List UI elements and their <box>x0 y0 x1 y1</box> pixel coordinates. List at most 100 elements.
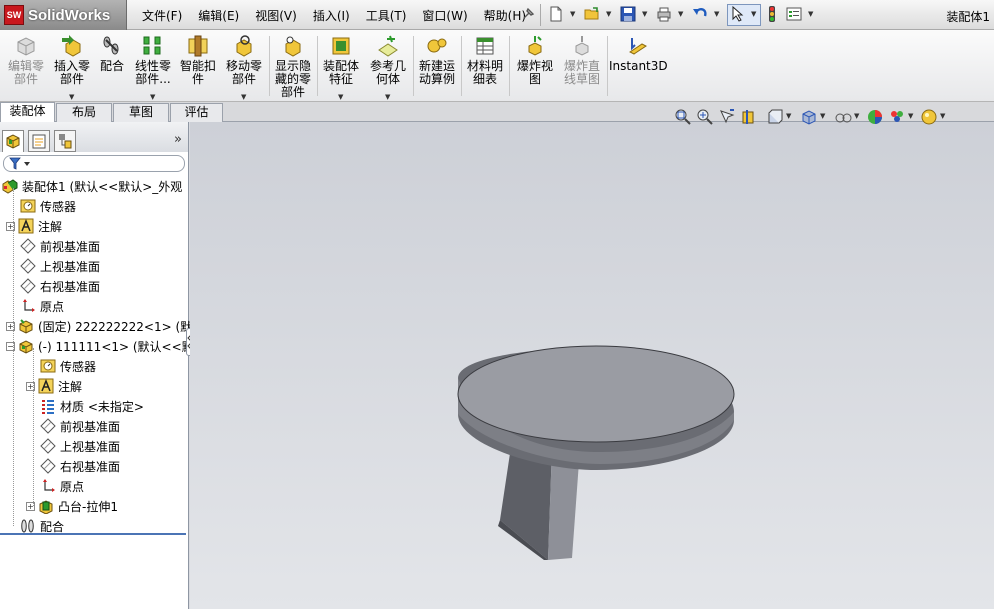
panel-splitter[interactable] <box>0 533 186 535</box>
zoom-to-fit-icon[interactable] <box>674 108 692 126</box>
new-motion-study-button[interactable]: 新建运 动算例 <box>415 34 459 86</box>
zoom-to-area-icon[interactable] <box>696 108 714 126</box>
tree-item-fixed-part[interactable]: + (固定) 222222222<1> (默 <box>6 316 192 336</box>
mate-label: 配合 <box>99 59 124 73</box>
tree-item-part-front-plane[interactable]: 前视基准面 <box>40 416 120 436</box>
display-style-dropdown-icon[interactable]: ▼ <box>820 112 825 120</box>
open-folder-icon[interactable] <box>584 6 600 22</box>
pin-icon[interactable] <box>520 6 536 22</box>
tree-item-part-annotations[interactable]: + 注解 <box>26 376 82 396</box>
linear-pattern-button[interactable]: 线性零 部件... ▼ <box>130 34 176 101</box>
insert-component-button[interactable]: 插入零 部件 ▼ <box>50 34 94 101</box>
tab-evaluate[interactable]: 评估 <box>170 103 223 122</box>
rebuild-traffic-light-icon[interactable] <box>764 6 780 22</box>
undo-dropdown-icon[interactable]: ▼ <box>714 10 719 18</box>
tree-connector-line <box>33 348 34 506</box>
move-component-icon <box>236 35 252 57</box>
tab-sketch[interactable]: 草图 <box>113 103 169 122</box>
tree-item-boss-extrude[interactable]: + 凸台-拉伸1 <box>26 496 118 516</box>
feature-manager-panel: » 装配体1 (默认<<默认>_外观 传感器 + 注解 前视基准面 上视基准面 <box>0 122 194 609</box>
instant3d-icon <box>629 38 647 55</box>
reference-geometry-button[interactable]: 参考几 何体 ▼ <box>366 34 410 101</box>
edit-appearance-icon[interactable] <box>866 108 884 126</box>
tree-item-label: 前视基准面 <box>40 239 101 254</box>
undo-icon[interactable] <box>692 6 708 22</box>
extrude-icon <box>39 500 53 514</box>
save-dropdown-icon[interactable]: ▼ <box>642 10 647 18</box>
instant3d-button[interactable]: Instant3D <box>609 34 668 73</box>
solidworks-logo[interactable]: SW SolidWorks <box>0 0 127 30</box>
show-hidden-components-button[interactable]: 显示隐 藏的零 部件 <box>271 34 315 99</box>
property-manager-tab[interactable] <box>28 130 50 152</box>
view-settings-dropdown-icon[interactable]: ▼ <box>940 112 945 120</box>
previous-view-icon[interactable] <box>718 108 736 126</box>
document-title: 装配体1 <box>946 10 990 24</box>
section-view-icon[interactable] <box>740 108 758 126</box>
options-icon[interactable] <box>786 6 802 22</box>
hide-show-items-icon[interactable] <box>834 108 852 126</box>
title-bar: SW SolidWorks 文件(F) 编辑(E) 视图(V) 插入(I) 工具… <box>0 0 994 30</box>
material-icon <box>42 400 54 414</box>
move-component-button[interactable]: 移动零 部件 ▼ <box>222 34 266 101</box>
more-tabs-chevron-icon[interactable]: » <box>174 132 182 147</box>
tree-filter[interactable] <box>3 155 185 172</box>
print-dropdown-icon[interactable]: ▼ <box>678 10 683 18</box>
menu-edit[interactable]: 编辑(E) <box>198 7 239 24</box>
new-dropdown-icon[interactable]: ▼ <box>570 10 575 18</box>
menu-insert[interactable]: 插入(I) <box>313 7 350 24</box>
edit-component-button[interactable]: 编辑零 部件 <box>4 34 48 86</box>
options-dropdown-icon[interactable]: ▼ <box>808 10 813 18</box>
mate-button[interactable]: 配合 <box>96 34 128 73</box>
tree-item-front-plane[interactable]: 前视基准面 <box>20 236 100 256</box>
tree-item-part-top-plane[interactable]: 上视基准面 <box>40 436 120 456</box>
plane-icon <box>40 458 56 474</box>
show-hidden-icon <box>285 36 301 57</box>
menu-tools[interactable]: 工具(T) <box>366 7 407 24</box>
tab-assembly[interactable]: 装配体 <box>0 102 55 123</box>
move-component-label: 移动零 部件 <box>225 59 262 86</box>
view-orientation-dropdown-icon[interactable]: ▼ <box>786 112 791 120</box>
tree-item-origin[interactable]: 原点 <box>20 296 64 316</box>
tree-item-part-right-plane[interactable]: 右视基准面 <box>40 456 120 476</box>
hide-show-dropdown-icon[interactable]: ▼ <box>854 112 859 120</box>
feature-manager-tab[interactable] <box>2 130 24 152</box>
configuration-manager-tab[interactable] <box>54 130 76 152</box>
view-orientation-icon[interactable] <box>766 108 784 126</box>
tree-item-label: (固定) 222222222<1> (默 <box>38 319 193 334</box>
view-settings-icon[interactable] <box>920 108 938 126</box>
apply-scene-icon[interactable] <box>888 108 906 126</box>
explode-view-button[interactable]: 爆炸视 图 <box>511 34 559 86</box>
explode-line-sketch-button[interactable]: 爆炸直 线草图 <box>559 34 605 86</box>
tree-item-assembly-root[interactable]: 装配体1 (默认<<默认>_外观 <box>2 176 182 196</box>
bill-of-materials-button[interactable]: 材料明 细表 <box>463 34 507 86</box>
menu-view[interactable]: 视图(V) <box>255 7 297 24</box>
tree-item-right-plane[interactable]: 右视基准面 <box>20 276 100 296</box>
tree-item-part-origin[interactable]: 原点 <box>40 476 84 496</box>
reference-geometry-label: 参考几 何体 <box>369 59 406 86</box>
plane-icon <box>40 438 56 454</box>
select-dropdown-icon[interactable]: ▼ <box>751 10 756 18</box>
tree-item-top-plane[interactable]: 上视基准面 <box>20 256 100 276</box>
display-style-icon[interactable] <box>800 108 818 126</box>
save-icon[interactable] <box>620 6 636 22</box>
assembly-feature-button[interactable]: 装配体 特征 ▼ <box>319 34 363 101</box>
solidworks-logo-text: SolidWorks <box>28 6 111 24</box>
menu-file[interactable]: 文件(F) <box>142 7 182 24</box>
tree-item-annotations[interactable]: + 注解 <box>6 216 62 236</box>
open-dropdown-icon[interactable]: ▼ <box>606 10 611 18</box>
apply-scene-dropdown-icon[interactable]: ▼ <box>908 112 913 120</box>
smart-fastener-icon <box>188 35 208 57</box>
tree-item-floating-part[interactable]: − (-) 111111<1> (默认<<默 <box>6 336 194 356</box>
tree-item-label: 注解 <box>58 379 83 394</box>
tree-item-part-sensors[interactable]: 传感器 <box>40 356 96 376</box>
new-document-icon[interactable] <box>548 6 564 22</box>
tab-layout[interactable]: 布局 <box>56 103 112 122</box>
print-icon[interactable] <box>656 6 672 22</box>
tree-item-sensors[interactable]: 传感器 <box>20 196 76 216</box>
menu-bar: 文件(F) 编辑(E) 视图(V) 插入(I) 工具(T) 窗口(W) 帮助(H… <box>142 0 542 30</box>
smart-fastener-button[interactable]: 智能扣 件 <box>178 34 218 86</box>
menu-window[interactable]: 窗口(W) <box>422 7 467 24</box>
select-arrow-icon[interactable] <box>730 6 746 22</box>
tree-item-material[interactable]: 材质 <未指定> <box>40 396 144 416</box>
3d-model-view[interactable] <box>440 330 750 570</box>
